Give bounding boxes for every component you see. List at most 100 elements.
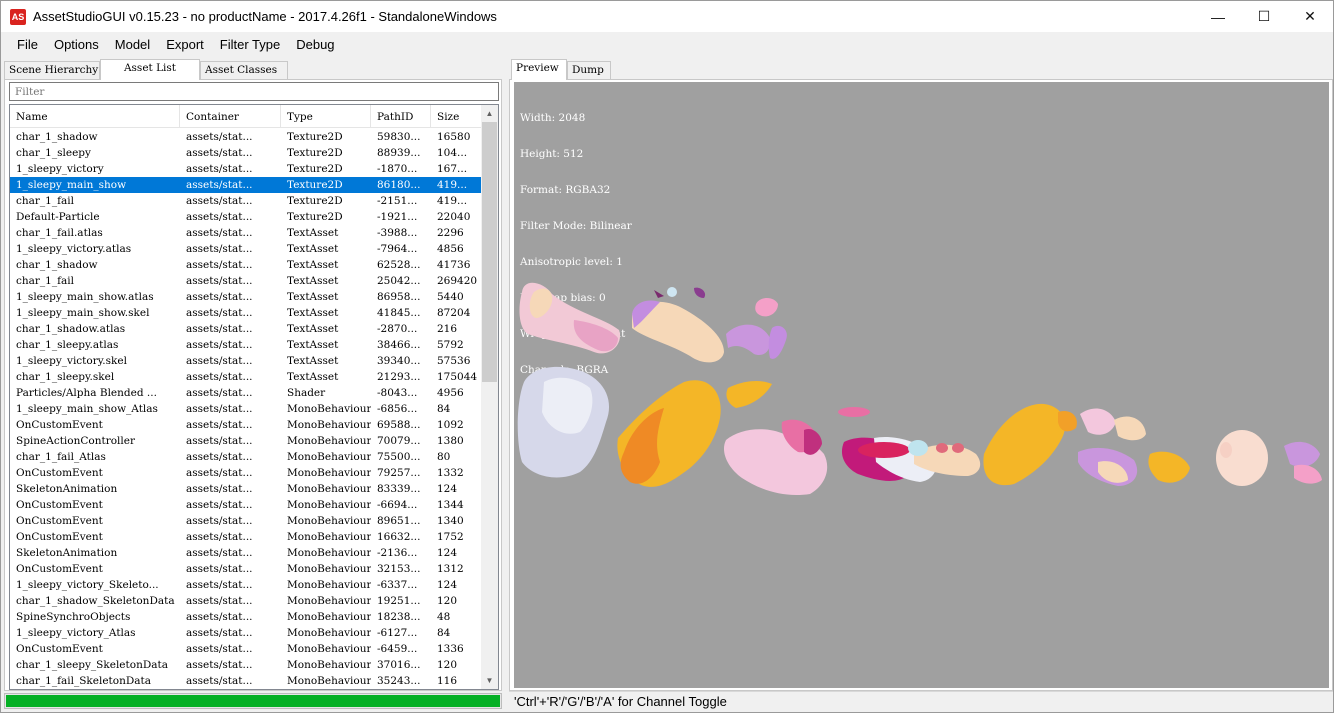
table-row[interactable]: 1_sleepy_victory.skel assets/stat... TextA… (10, 353, 483, 369)
cell-pathid: 39340... (377, 355, 421, 367)
column-header-pathid[interactable]: PathID (371, 105, 431, 128)
cell-pathid: -2151... (377, 195, 418, 207)
minimize-button[interactable]: — (1195, 1, 1241, 32)
cell-type: TextAsset (287, 243, 339, 255)
menu-export[interactable]: Export (158, 32, 212, 57)
cell-container: assets/stat... (186, 579, 253, 591)
table-row[interactable]: OnCustomEvent assets/stat... MonoBehaviour… (10, 417, 483, 433)
filter-input[interactable] (9, 82, 499, 101)
table-row[interactable]: char_1_shadow assets/stat... TextAsset 6252… (10, 257, 483, 273)
cell-pathid: 21293... (377, 371, 421, 383)
column-header-container[interactable]: Container (180, 105, 281, 128)
cell-pathid: -8043... (377, 387, 418, 399)
cell-pathid: 83339... (377, 483, 421, 495)
menu-options[interactable]: Options (46, 32, 107, 57)
table-row[interactable]: OnCustomEvent assets/stat... MonoBehaviour… (10, 497, 483, 513)
vertical-scrollbar[interactable]: ▲ ▼ (481, 105, 498, 689)
table-row[interactable]: char_1_sleepy_SkeletonData assets/stat...… (10, 657, 483, 673)
cell-name: OnCustomEvent (16, 499, 103, 511)
texture-preview[interactable]: Width: 2048 Height: 512 Format: RGBA32 F… (514, 82, 1329, 688)
sprite-purple-accessory (1284, 441, 1322, 484)
cell-name: SpineActionController (16, 435, 136, 447)
table-row[interactable]: SpineActionController assets/stat... MonoB… (10, 433, 483, 449)
table-row[interactable]: char_1_sleepy assets/stat... Texture2D 8893… (10, 145, 483, 161)
table-row[interactable]: char_1_fail assets/stat... TextAsset 25042.… (10, 273, 483, 289)
table-row[interactable]: char_1_shadow assets/stat... Texture2D 5983… (10, 129, 483, 145)
tab-asset-classes[interactable]: Asset Classes (200, 61, 288, 79)
table-row[interactable]: 1_sleepy_victory.atlas assets/stat... Text… (10, 241, 483, 257)
column-header-name[interactable]: Name (10, 105, 180, 128)
column-header-type[interactable]: Type (281, 105, 371, 128)
cell-type: MonoBehaviour (287, 499, 371, 511)
table-row[interactable]: 1_sleepy_main_show_Atlas assets/stat... Mo… (10, 401, 483, 417)
tab-asset-list[interactable]: Asset List (100, 59, 200, 80)
sprite-white-pants (517, 366, 610, 478)
cell-container: assets/stat... (186, 243, 253, 255)
table-row[interactable]: Particles/Alpha Blended ... assets/stat..… (10, 385, 483, 401)
cell-type: Texture2D (287, 163, 343, 175)
cell-name: 1_sleepy_victory.skel (16, 355, 127, 367)
menu-filter-type[interactable]: Filter Type (212, 32, 288, 57)
cell-pathid: 18238... (377, 611, 421, 623)
scroll-up-icon[interactable]: ▲ (481, 105, 498, 122)
table-row[interactable]: SkeletonAnimation assets/stat... MonoBehav… (10, 481, 483, 497)
cell-container: assets/stat... (186, 499, 253, 511)
cell-name: char_1_shadow_SkeletonData (16, 595, 175, 607)
cell-size: 80 (437, 451, 451, 463)
table-row[interactable]: char_1_fail_SkeletonData assets/stat... Mo… (10, 673, 483, 689)
table-row[interactable]: 1_sleepy_victory assets/stat... Texture2D -… (10, 161, 483, 177)
cell-name: SkeletonAnimation (16, 483, 118, 495)
table-row[interactable]: char_1_sleepy.skel assets/stat... TextAsse… (10, 369, 483, 385)
table-row[interactable]: OnCustomEvent assets/stat... MonoBehaviour… (10, 561, 483, 577)
cell-pathid: 75500... (377, 451, 421, 463)
table-row[interactable]: 1_sleepy_victory_Atlas assets/stat... Mono… (10, 625, 483, 641)
table-row[interactable]: 1_sleepy_main_show assets/stat... Texture2… (10, 177, 483, 193)
cell-size: 41736 (437, 259, 471, 271)
table-row[interactable]: OnCustomEvent assets/stat... MonoBehaviour… (10, 641, 483, 657)
close-button[interactable]: ✕ (1287, 1, 1333, 32)
cell-size: 16580 (437, 131, 471, 143)
table-row[interactable]: OnCustomEvent assets/stat... MonoBehaviour… (10, 513, 483, 529)
menu-file[interactable]: File (9, 32, 46, 57)
cell-container: assets/stat... (186, 563, 253, 575)
cell-type: TextAsset (287, 339, 339, 351)
cell-container: assets/stat... (186, 435, 253, 447)
table-row[interactable]: char_1_shadow.atlas assets/stat... TextAss… (10, 321, 483, 337)
table-row[interactable]: char_1_fail.atlas assets/stat... TextAsset… (10, 225, 483, 241)
cell-name: OnCustomEvent (16, 531, 103, 543)
cell-pathid: 62528... (377, 259, 421, 271)
tab-dump[interactable]: Dump (567, 61, 611, 79)
cell-name: OnCustomEvent (16, 515, 103, 527)
cell-type: MonoBehaviour (287, 611, 371, 623)
status-text: 'Ctrl'+'R'/'G'/'B'/'A' for Channel Toggl… (514, 694, 727, 709)
table-row[interactable]: 1_sleepy_main_show.atlas assets/stat... Te… (10, 289, 483, 305)
cell-pathid: 69588... (377, 419, 421, 431)
table-row[interactable]: char_1_shadow_SkeletonData assets/stat...… (10, 593, 483, 609)
cell-container: assets/stat... (186, 659, 253, 671)
table-row[interactable]: 1_sleepy_victory_Skeleto... assets/stat..… (10, 577, 483, 593)
table-row[interactable]: 1_sleepy_main_show.skel assets/stat... Tex… (10, 305, 483, 321)
column-header-size[interactable]: Size (431, 105, 483, 128)
cell-pathid: 86180... (377, 179, 421, 191)
sprite-yellow-strand (1148, 451, 1190, 483)
scrollbar-thumb[interactable] (482, 122, 497, 382)
table-row[interactable]: char_1_sleepy.atlas assets/stat... TextAss… (10, 337, 483, 353)
cell-size: 269420 (437, 275, 478, 287)
table-row[interactable]: char_1_fail_Atlas assets/stat... MonoBehav… (10, 449, 483, 465)
menu-debug[interactable]: Debug (288, 32, 342, 57)
menu-model[interactable]: Model (107, 32, 158, 57)
cell-name: 1_sleepy_main_show.skel (16, 307, 150, 319)
table-row[interactable]: OnCustomEvent assets/stat... MonoBehaviour… (10, 529, 483, 545)
cell-container: assets/stat... (186, 547, 253, 559)
tab-preview[interactable]: Preview (511, 59, 567, 80)
scroll-down-icon[interactable]: ▼ (481, 672, 498, 689)
sprite-hands (1078, 408, 1146, 486)
maximize-button[interactable]: ☐ (1241, 1, 1287, 32)
table-row[interactable]: Default-Particle assets/stat... Texture2D -… (10, 209, 483, 225)
tab-scene-hierarchy[interactable]: Scene Hierarchy (4, 61, 100, 79)
table-row[interactable]: SpineSynchroObjects assets/stat... MonoBeh… (10, 609, 483, 625)
cell-pathid: 32153... (377, 563, 421, 575)
table-row[interactable]: SkeletonAnimation assets/stat... MonoBehav… (10, 545, 483, 561)
table-row[interactable]: OnCustomEvent assets/stat... MonoBehaviour… (10, 465, 483, 481)
table-row[interactable]: char_1_fail assets/stat... Texture2D -2151.… (10, 193, 483, 209)
